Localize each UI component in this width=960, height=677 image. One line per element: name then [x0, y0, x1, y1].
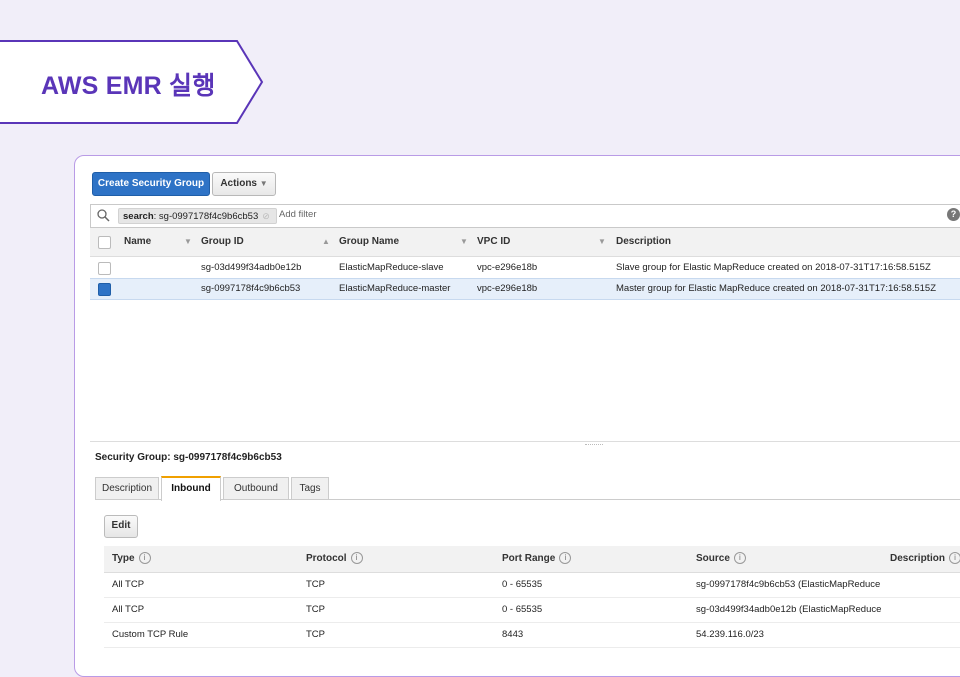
row-checkbox[interactable] [98, 262, 111, 275]
inbound-rule-row: All TCP TCP 0 - 65535 sg-0997178f4c9b6cb… [104, 573, 960, 598]
cell-vpc-id: vpc-e296e18b [477, 262, 538, 273]
rule-protocol: TCP [306, 579, 325, 590]
tab-inbound[interactable]: Inbound [161, 476, 221, 501]
info-icon[interactable]: i [733, 552, 746, 565]
info-icon[interactable]: i [949, 552, 960, 565]
resize-handle[interactable] [585, 444, 603, 447]
tab-description[interactable]: Description [95, 477, 159, 499]
column-group-name[interactable]: Group Name [339, 228, 399, 256]
search-token[interactable]: search: sg-0997178f4c9b6cb53 ⊘ [118, 208, 277, 224]
search-icon [97, 209, 110, 222]
column-vpc-id[interactable]: VPC ID [477, 228, 510, 256]
security-groups-table-header: Name ▼ Group ID ▲ Group Name ▼ VPC ID ▼ … [90, 228, 960, 257]
caret-down-icon: ▼ [259, 179, 268, 188]
sort-ascending-icon[interactable]: ▲ [322, 228, 330, 256]
column-type: Type [112, 553, 135, 564]
search-token-value: : sg-0997178f4c9b6cb53 [153, 211, 259, 222]
cell-group-id: sg-03d499f34adb0e12b [201, 262, 302, 273]
search-filter-bar[interactable]: search: sg-0997178f4c9b6cb53 ⊘ Add filter… [90, 204, 960, 228]
column-source: Source [696, 553, 730, 564]
rule-source: sg-03d499f34adb0e12b (ElasticMapReduce [696, 604, 882, 615]
rule-type: All TCP [112, 579, 145, 590]
add-filter-input[interactable]: Add filter [279, 209, 317, 220]
cell-group-name: ElasticMapReduce-slave [339, 262, 444, 273]
select-all-checkbox[interactable] [98, 236, 111, 249]
tab-outbound[interactable]: Outbound [223, 477, 289, 499]
sort-icon[interactable]: ▼ [598, 228, 606, 256]
cell-group-name: ElasticMapReduce-master [339, 283, 451, 294]
row-checkbox-checked[interactable] [98, 283, 111, 296]
title-banner: AWS EMR 실행 [0, 40, 266, 124]
rule-protocol: TCP [306, 629, 325, 640]
cell-vpc-id: vpc-e296e18b [477, 283, 538, 294]
info-icon[interactable]: i [138, 552, 151, 565]
actions-label: Actions [220, 178, 257, 189]
details-title: Security Group: sg-0997178f4c9b6cb53 [95, 452, 282, 463]
table-row-selected[interactable]: sg-0997178f4c9b6cb53 ElasticMapReduce-ma… [90, 278, 960, 300]
remove-token-icon[interactable]: ⊘ [262, 211, 270, 221]
rule-type: All TCP [112, 604, 145, 615]
pane-divider [90, 441, 960, 442]
actions-button[interactable]: Actions ▼ [212, 172, 276, 196]
edit-button[interactable]: Edit [104, 515, 138, 538]
info-icon[interactable]: i [559, 552, 572, 565]
column-rule-description: Description [890, 553, 946, 564]
inbound-rule-row: All TCP TCP 0 - 65535 sg-03d499f34adb0e1… [104, 598, 960, 623]
column-port-range: Port Range [502, 553, 556, 564]
column-protocol: Protocol [306, 553, 347, 564]
inbound-rule-row: Custom TCP Rule TCP 8443 54.239.116.0/23 [104, 623, 960, 648]
table-row[interactable]: sg-03d499f34adb0e12b ElasticMapReduce-sl… [90, 258, 960, 278]
cell-group-id: sg-0997178f4c9b6cb53 [201, 283, 301, 294]
cell-description: Master group for Elastic MapReduce creat… [616, 283, 937, 294]
column-name[interactable]: Name [124, 228, 151, 256]
console-window: Create Security Group Actions ▼ search: … [74, 155, 960, 677]
cell-description: Slave group for Elastic MapReduce create… [616, 262, 931, 273]
info-icon[interactable]: i [350, 552, 363, 565]
rule-port-range: 8443 [502, 629, 524, 640]
help-icon[interactable]: ? [947, 208, 960, 221]
rule-source: 54.239.116.0/23 [696, 629, 764, 640]
search-token-key: search [123, 211, 154, 222]
tab-tags[interactable]: Tags [291, 477, 329, 499]
rule-source: sg-0997178f4c9b6cb53 (ElasticMapReduce [696, 579, 881, 590]
create-security-group-button[interactable]: Create Security Group [92, 172, 210, 196]
rule-protocol: TCP [306, 604, 325, 615]
sort-icon[interactable]: ▼ [184, 228, 192, 256]
sort-icon[interactable]: ▼ [460, 228, 468, 256]
details-tabs: Description Inbound Outbound Tags [95, 476, 960, 501]
column-group-id[interactable]: Group ID [201, 228, 244, 256]
rule-port-range: 0 - 65535 [502, 579, 543, 590]
rule-port-range: 0 - 65535 [502, 604, 543, 615]
inbound-rules-header: Type i Protocol i Port Range i Source i Desc… [104, 546, 960, 573]
column-description[interactable]: Description [616, 228, 671, 256]
rule-type: Custom TCP Rule [112, 629, 189, 640]
banner-title: AWS EMR 실행 [41, 72, 216, 100]
